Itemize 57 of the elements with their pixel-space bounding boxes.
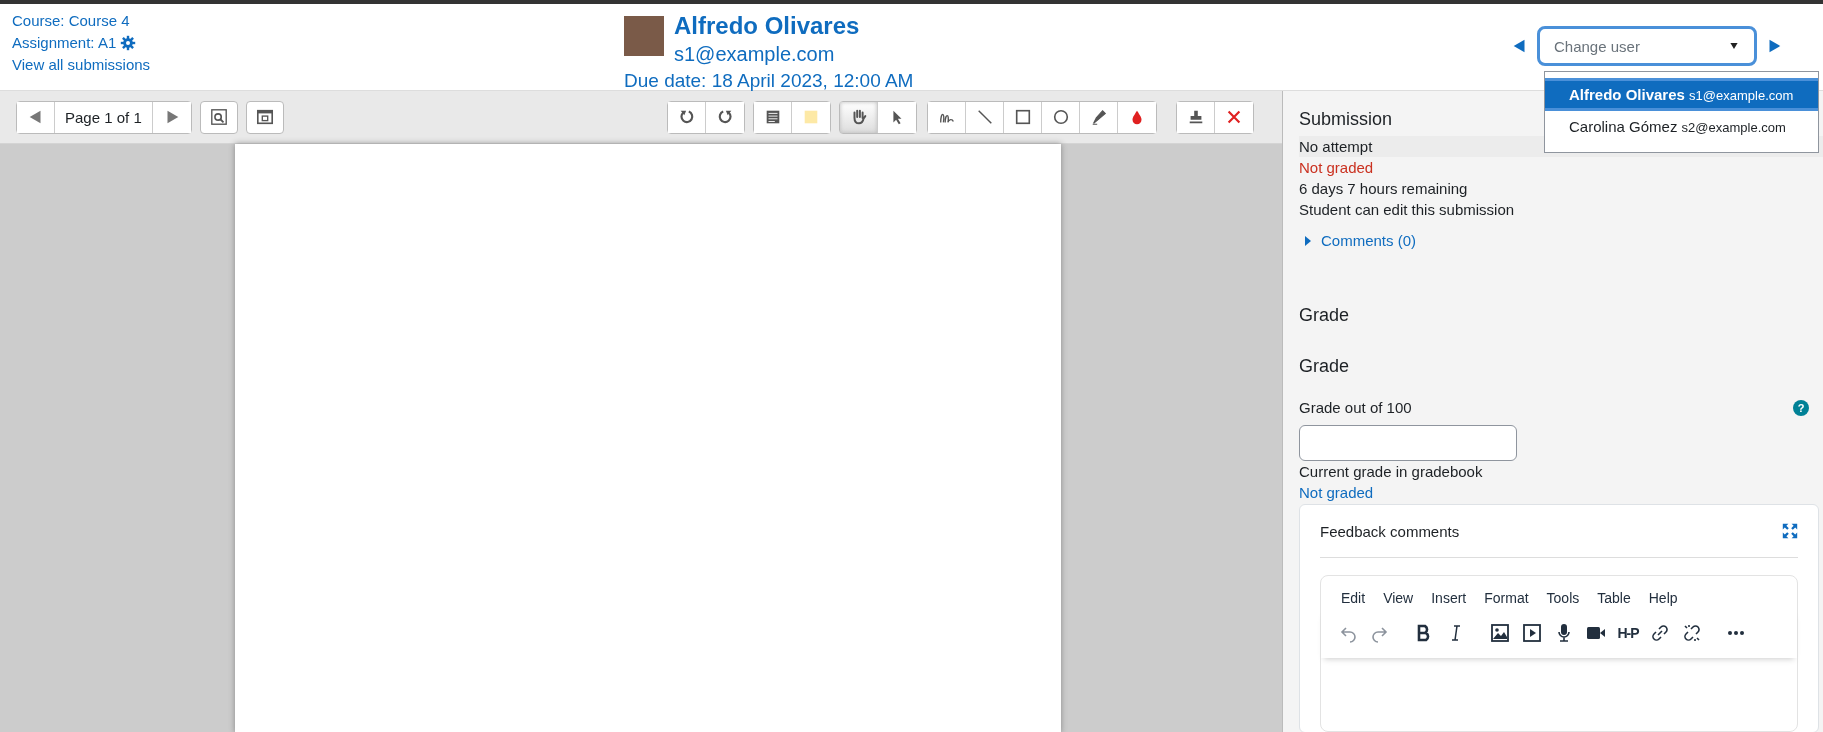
rectangle-icon xyxy=(1013,108,1032,126)
delete-icon xyxy=(1225,108,1243,126)
course-link[interactable]: Course: Course 4 xyxy=(12,12,130,29)
tool-button[interactable] xyxy=(668,101,706,133)
user-select[interactable]: Change user xyxy=(1537,26,1757,66)
search-icon xyxy=(209,108,228,126)
assignment-link[interactable]: Assignment: A1 xyxy=(12,34,137,51)
expand-button[interactable] xyxy=(245,100,284,134)
menu-item[interactable]: Table xyxy=(1589,586,1639,610)
section-heading: Grade xyxy=(1299,305,1350,326)
user-option[interactable]: Alfredo Olivares s1@example.com xyxy=(1545,78,1818,111)
window-icon xyxy=(255,108,274,126)
menu-item[interactable]: Format xyxy=(1476,586,1537,610)
more-icon xyxy=(1727,631,1745,635)
circle-icon xyxy=(1051,108,1070,126)
user-name-link[interactable]: Alfredo Olivares xyxy=(674,12,860,40)
status-text: 6 days 7 hours remaining xyxy=(1299,179,1468,199)
section-heading: Submission xyxy=(1299,109,1393,130)
gradebook-value-link[interactable]: Not graded xyxy=(1299,484,1374,501)
menu-item[interactable]: Tools xyxy=(1538,586,1588,610)
settings-icon xyxy=(120,34,137,51)
feedback-title: Feedback comments xyxy=(1320,522,1460,540)
media-icon xyxy=(1522,623,1542,643)
color-swatch-icon xyxy=(802,108,820,126)
help-icon[interactable]: ? xyxy=(1793,399,1809,416)
tool-button[interactable] xyxy=(840,101,878,133)
rotate-left-icon xyxy=(677,108,696,126)
menu-item[interactable]: Help xyxy=(1640,586,1686,610)
rotate-right-icon xyxy=(716,108,734,126)
menu-item[interactable]: View xyxy=(1375,586,1422,610)
search-comments-button[interactable] xyxy=(199,100,238,134)
line-icon xyxy=(975,108,994,126)
status-text: Student can edit this submission xyxy=(1299,200,1515,220)
gradebook-label: Current grade in gradebook xyxy=(1299,463,1483,480)
photo-placeholder xyxy=(624,16,664,56)
text-editor[interactable]: Edit View Insert Format Tools Table Help H-P xyxy=(1320,575,1798,732)
tool-button[interactable] xyxy=(928,101,966,133)
image-icon xyxy=(1490,623,1510,643)
submissions-link[interactable]: View all submissions xyxy=(12,56,151,73)
user-email[interactable]: s1@example.com xyxy=(674,43,835,66)
page-indicator: Page 1 of 1 xyxy=(55,101,153,133)
grade-label: Grade out of 100 xyxy=(1299,399,1412,416)
comments-link[interactable]: Comments (0) xyxy=(1321,232,1417,249)
previous-page-button[interactable] xyxy=(17,101,55,133)
grade-heading: Grade xyxy=(1299,356,1350,377)
due-date: Due date: 18 April 2023, 12:00 AM xyxy=(624,70,914,92)
status-text: Not graded xyxy=(1299,158,1374,178)
link-icon xyxy=(1650,623,1670,643)
menu-item[interactable]: Edit xyxy=(1333,586,1374,610)
tool-button[interactable] xyxy=(1177,101,1215,133)
grade-input[interactable] xyxy=(1299,425,1517,461)
tool-button[interactable] xyxy=(754,101,792,133)
menu-item[interactable]: Insert xyxy=(1423,586,1475,610)
h5p-button[interactable]: H-P xyxy=(1613,616,1643,650)
fullscreen-icon xyxy=(1782,523,1798,539)
unlink-icon xyxy=(1682,623,1702,643)
expand-icon[interactable] xyxy=(1305,235,1311,246)
